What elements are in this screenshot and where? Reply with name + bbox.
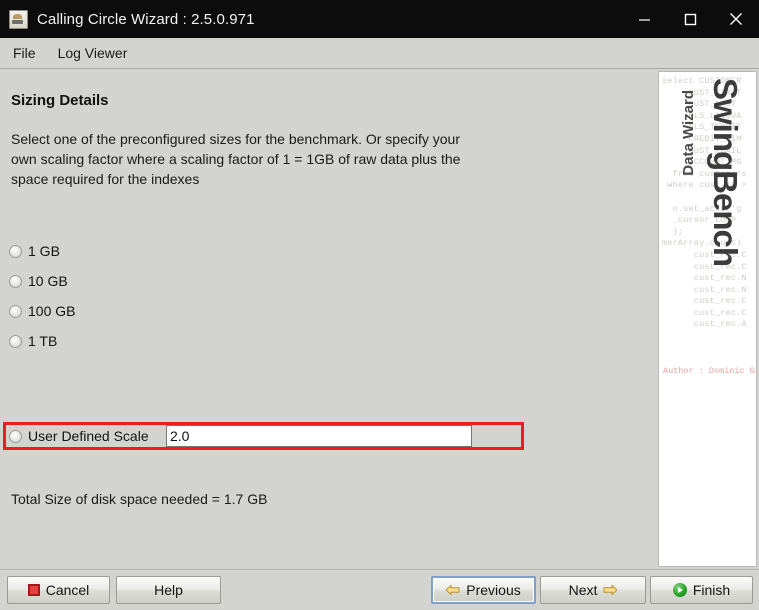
radio-option-1tb[interactable]: 1 TB: [9, 326, 529, 356]
total-size-label: Total Size of disk space needed = 1.7 GB: [11, 491, 268, 507]
sidebar-subtitle-label: Data Wizard: [680, 90, 697, 176]
menu-item-file[interactable]: File: [4, 42, 45, 64]
minimize-icon[interactable]: [621, 0, 667, 38]
wizard-body: Sizing Details Select one of the preconf…: [0, 69, 759, 570]
sizing-radio-group: 1 GB 10 GB 100 GB 1 TB: [9, 236, 529, 356]
menu-bar: File Log Viewer: [0, 38, 759, 69]
sidebar-image: select CUSTOMER CUST_FIRST CUST_LAST NLS…: [658, 71, 757, 567]
window-controls: [621, 0, 759, 38]
radio-option-10gb[interactable]: 10 GB: [9, 266, 529, 296]
arrow-left-icon: [446, 584, 460, 596]
radio-icon: [9, 429, 22, 443]
maximize-icon[interactable]: [667, 0, 713, 38]
page-description: Select one of the preconfigured sizes fo…: [11, 131, 461, 187]
previous-button-label: Previous: [466, 582, 521, 598]
radio-label: 1 TB: [28, 333, 58, 349]
wizard-window: Calling Circle Wizard : 2.5.0.971 File L…: [0, 0, 759, 610]
user-defined-scale-input[interactable]: [166, 425, 472, 447]
help-button[interactable]: Help: [116, 576, 221, 604]
sidebar-author-label: Author : Dominic Giles: [663, 366, 756, 376]
previous-button[interactable]: Previous: [431, 576, 536, 604]
radio-icon: [9, 334, 22, 348]
cancel-button[interactable]: Cancel: [7, 576, 110, 604]
button-bar: Cancel Help Previous Next Finish: [0, 570, 759, 610]
next-button[interactable]: Next: [540, 576, 646, 604]
radio-icon: [9, 274, 22, 288]
play-circle-icon: [672, 583, 687, 597]
help-button-label: Help: [154, 582, 183, 598]
content-panel: Sizing Details Select one of the preconf…: [0, 69, 656, 569]
radio-icon: [9, 304, 22, 318]
arrow-right-icon: [603, 584, 618, 596]
sidebar-brand-label: SwingBench: [707, 78, 744, 267]
radio-option-1gb[interactable]: 1 GB: [9, 236, 529, 266]
menu-item-log-viewer[interactable]: Log Viewer: [49, 42, 137, 64]
title-bar: Calling Circle Wizard : 2.5.0.971: [0, 0, 759, 38]
radio-option-100gb[interactable]: 100 GB: [9, 296, 529, 326]
page-title: Sizing Details: [11, 92, 109, 109]
radio-icon: [9, 244, 22, 258]
finish-button[interactable]: Finish: [650, 576, 753, 604]
cancel-button-label: Cancel: [45, 582, 90, 598]
finish-button-label: Finish: [692, 582, 731, 598]
sidebar-branding-panel: select CUSTOMER CUST_FIRST CUST_LAST NLS…: [656, 69, 759, 569]
next-button-label: Next: [568, 582, 598, 598]
radio-label: 1 GB: [28, 243, 60, 259]
window-title: Calling Circle Wizard : 2.5.0.971: [37, 10, 255, 28]
radio-label: User Defined Scale: [28, 428, 149, 444]
radio-label: 10 GB: [28, 273, 68, 289]
wizard-icon: [9, 9, 28, 29]
radio-label: 100 GB: [28, 303, 76, 319]
close-icon[interactable]: [713, 0, 759, 38]
stop-square-icon: [27, 584, 40, 596]
